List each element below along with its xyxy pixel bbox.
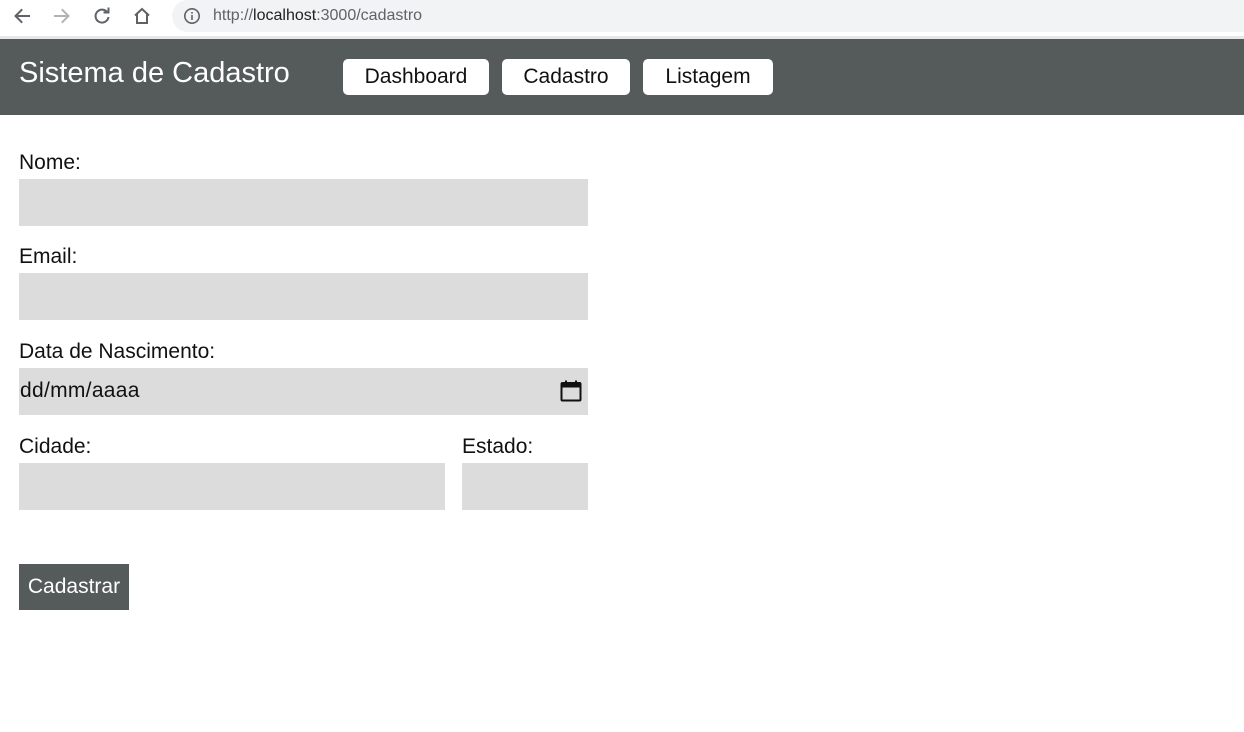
email-label: Email: xyxy=(19,245,78,268)
forward-button[interactable] xyxy=(48,4,76,28)
nav-dashboard-button[interactable]: Dashboard xyxy=(343,59,489,95)
url-path: :3000/cadastro xyxy=(316,7,423,24)
nav-cadastro-button[interactable]: Cadastro xyxy=(502,59,630,95)
estado-input[interactable] xyxy=(462,463,588,510)
reload-icon xyxy=(94,7,110,24)
nascimento-label: Data de Nascimento: xyxy=(19,340,216,363)
nascimento-date-placeholder: dd/mm/aaaa xyxy=(20,379,140,402)
app-title: Sistema de Cadastro xyxy=(19,57,290,89)
home-icon xyxy=(134,7,150,24)
back-button[interactable] xyxy=(8,4,36,28)
arrow-left-icon xyxy=(14,8,30,24)
url-prefix: http:// xyxy=(213,7,254,24)
cidade-label: Cidade: xyxy=(19,435,92,458)
nome-label: Nome: xyxy=(19,151,81,174)
estado-label: Estado: xyxy=(462,435,534,458)
info-icon[interactable] xyxy=(183,7,201,25)
address-bar[interactable]: http://localhost:3000/cadastro xyxy=(172,0,1244,32)
email-input[interactable] xyxy=(19,273,588,320)
url-text: http://localhost:3000/cadastro xyxy=(213,7,422,25)
cidade-input[interactable] xyxy=(19,463,445,510)
arrow-right-icon xyxy=(54,8,70,24)
url-host: localhost xyxy=(253,7,317,24)
app-header: Sistema de Cadastro Dashboard Cadastro L… xyxy=(0,39,1244,115)
home-button[interactable] xyxy=(128,4,156,28)
cadastrar-button[interactable]: Cadastrar xyxy=(19,564,129,610)
reload-button[interactable] xyxy=(88,4,116,28)
calendar-icon[interactable] xyxy=(559,379,583,403)
nav-listagem-button[interactable]: Listagem xyxy=(643,59,773,95)
nome-input[interactable] xyxy=(19,179,588,226)
nascimento-date-input[interactable]: dd/mm/aaaa xyxy=(19,368,588,415)
browser-toolbar: http://localhost:3000/cadastro xyxy=(0,0,1244,39)
